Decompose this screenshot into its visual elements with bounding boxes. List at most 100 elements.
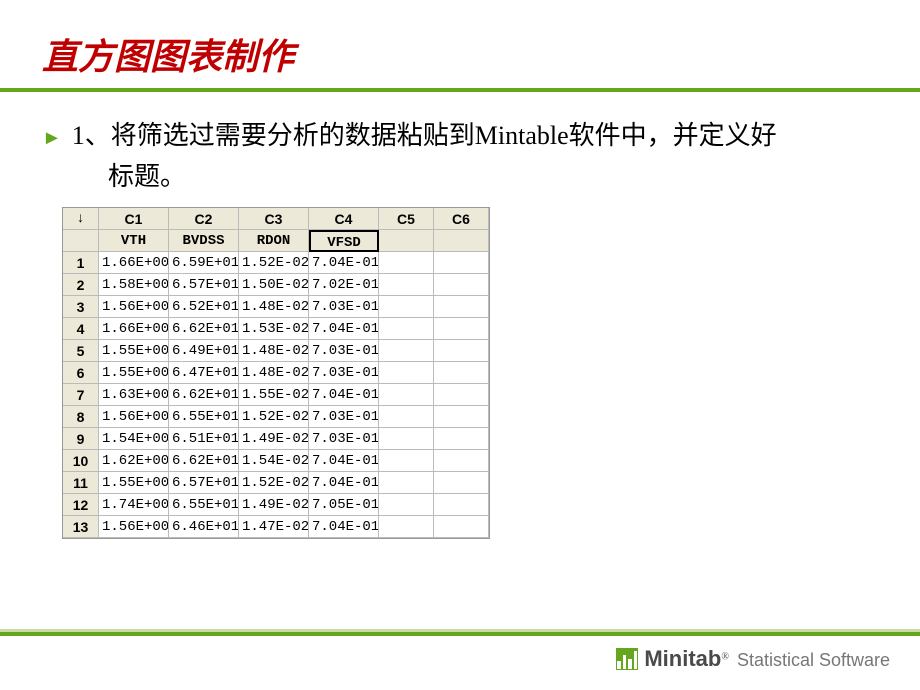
data-cell[interactable]: 6.62E+01 <box>169 450 239 472</box>
row-header[interactable]: 1 <box>63 252 99 274</box>
data-cell[interactable]: 6.55E+01 <box>169 494 239 516</box>
data-cell[interactable]: 1.52E-02 <box>239 472 309 494</box>
data-cell[interactable]: 7.02E-01 <box>309 274 379 296</box>
data-cell[interactable]: 1.55E+00 <box>99 340 169 362</box>
data-cell[interactable]: 6.47E+01 <box>169 362 239 384</box>
data-cell[interactable] <box>434 472 489 494</box>
data-cell[interactable]: 1.48E-02 <box>239 296 309 318</box>
col-name-rdon[interactable]: RDON <box>239 230 309 252</box>
data-cell[interactable] <box>434 450 489 472</box>
row-header[interactable]: 13 <box>63 516 99 538</box>
data-cell[interactable]: 1.55E+00 <box>99 362 169 384</box>
data-cell[interactable]: 1.47E-02 <box>239 516 309 538</box>
data-cell[interactable]: 1.58E+00 <box>99 274 169 296</box>
data-cell[interactable]: 7.03E-01 <box>309 428 379 450</box>
data-cell[interactable] <box>434 362 489 384</box>
data-cell[interactable]: 6.51E+01 <box>169 428 239 450</box>
data-cell[interactable]: 6.62E+01 <box>169 384 239 406</box>
data-cell[interactable]: 1.49E-02 <box>239 494 309 516</box>
col-name-c5[interactable] <box>379 230 434 252</box>
col-header-c3[interactable]: C3 <box>239 208 309 230</box>
data-cell[interactable] <box>434 516 489 538</box>
data-cell[interactable]: 1.63E+00 <box>99 384 169 406</box>
data-cell[interactable] <box>379 296 434 318</box>
data-cell[interactable]: 7.04E-01 <box>309 252 379 274</box>
data-cell[interactable] <box>434 406 489 428</box>
col-header-c2[interactable]: C2 <box>169 208 239 230</box>
data-cell[interactable]: 1.74E+00 <box>99 494 169 516</box>
data-cell[interactable] <box>379 494 434 516</box>
data-cell[interactable]: 7.04E-01 <box>309 318 379 340</box>
data-cell[interactable] <box>379 406 434 428</box>
data-cell[interactable] <box>379 472 434 494</box>
row-header[interactable]: 7 <box>63 384 99 406</box>
data-cell[interactable]: 7.03E-01 <box>309 296 379 318</box>
row-header[interactable]: 5 <box>63 340 99 362</box>
data-cell[interactable]: 7.04E-01 <box>309 516 379 538</box>
data-cell[interactable]: 7.05E-01 <box>309 494 379 516</box>
data-cell[interactable]: 1.56E+00 <box>99 516 169 538</box>
data-cell[interactable]: 1.62E+00 <box>99 450 169 472</box>
data-cell[interactable]: 6.57E+01 <box>169 472 239 494</box>
data-cell[interactable] <box>379 384 434 406</box>
col-name-vfsd-selected[interactable]: VFSD <box>309 230 379 252</box>
data-cell[interactable] <box>434 252 489 274</box>
data-cell[interactable]: 1.53E-02 <box>239 318 309 340</box>
col-header-c1[interactable]: C1 <box>99 208 169 230</box>
row-header[interactable]: 11 <box>63 472 99 494</box>
row-header[interactable]: 12 <box>63 494 99 516</box>
data-cell[interactable]: 6.57E+01 <box>169 274 239 296</box>
data-cell[interactable] <box>434 494 489 516</box>
data-cell[interactable]: 6.62E+01 <box>169 318 239 340</box>
data-cell[interactable]: 1.48E-02 <box>239 362 309 384</box>
data-cell[interactable] <box>379 428 434 450</box>
data-cell[interactable]: 6.49E+01 <box>169 340 239 362</box>
row-header[interactable]: 8 <box>63 406 99 428</box>
data-cell[interactable]: 1.54E-02 <box>239 450 309 472</box>
data-cell[interactable] <box>434 296 489 318</box>
col-header-c4[interactable]: C4 <box>309 208 379 230</box>
data-cell[interactable] <box>379 318 434 340</box>
data-cell[interactable]: 6.59E+01 <box>169 252 239 274</box>
data-cell[interactable]: 1.54E+00 <box>99 428 169 450</box>
row-header[interactable]: 3 <box>63 296 99 318</box>
data-cell[interactable]: 7.04E-01 <box>309 450 379 472</box>
data-cell[interactable]: 1.52E-02 <box>239 406 309 428</box>
col-header-c6[interactable]: C6 <box>434 208 489 230</box>
data-cell[interactable] <box>434 318 489 340</box>
data-cell[interactable]: 1.56E+00 <box>99 406 169 428</box>
row-header[interactable]: 10 <box>63 450 99 472</box>
data-cell[interactable] <box>434 274 489 296</box>
data-cell[interactable]: 1.66E+00 <box>99 318 169 340</box>
col-header-c5[interactable]: C5 <box>379 208 434 230</box>
data-cell[interactable] <box>379 362 434 384</box>
data-cell[interactable]: 7.04E-01 <box>309 384 379 406</box>
data-cell[interactable]: 6.52E+01 <box>169 296 239 318</box>
data-cell[interactable]: 7.03E-01 <box>309 340 379 362</box>
data-cell[interactable]: 7.04E-01 <box>309 472 379 494</box>
row-header[interactable]: 4 <box>63 318 99 340</box>
data-cell[interactable] <box>379 516 434 538</box>
data-cell[interactable] <box>379 340 434 362</box>
col-name-c6[interactable] <box>434 230 489 252</box>
data-cell[interactable]: 1.66E+00 <box>99 252 169 274</box>
data-cell[interactable]: 1.56E+00 <box>99 296 169 318</box>
data-cell[interactable]: 6.55E+01 <box>169 406 239 428</box>
row-header[interactable]: 9 <box>63 428 99 450</box>
data-cell[interactable] <box>434 340 489 362</box>
data-cell[interactable]: 1.50E-02 <box>239 274 309 296</box>
data-cell[interactable]: 7.03E-01 <box>309 406 379 428</box>
col-name-bvdss[interactable]: BVDSS <box>169 230 239 252</box>
data-cell[interactable] <box>379 274 434 296</box>
data-cell[interactable] <box>379 450 434 472</box>
data-cell[interactable] <box>379 252 434 274</box>
data-cell[interactable] <box>434 384 489 406</box>
data-cell[interactable]: 1.55E+00 <box>99 472 169 494</box>
data-cell[interactable]: 1.49E-02 <box>239 428 309 450</box>
row-header[interactable]: 6 <box>63 362 99 384</box>
data-cell[interactable] <box>434 428 489 450</box>
data-cell[interactable]: 7.03E-01 <box>309 362 379 384</box>
data-cell[interactable]: 1.55E-02 <box>239 384 309 406</box>
col-name-vth[interactable]: VTH <box>99 230 169 252</box>
data-cell[interactable]: 1.48E-02 <box>239 340 309 362</box>
